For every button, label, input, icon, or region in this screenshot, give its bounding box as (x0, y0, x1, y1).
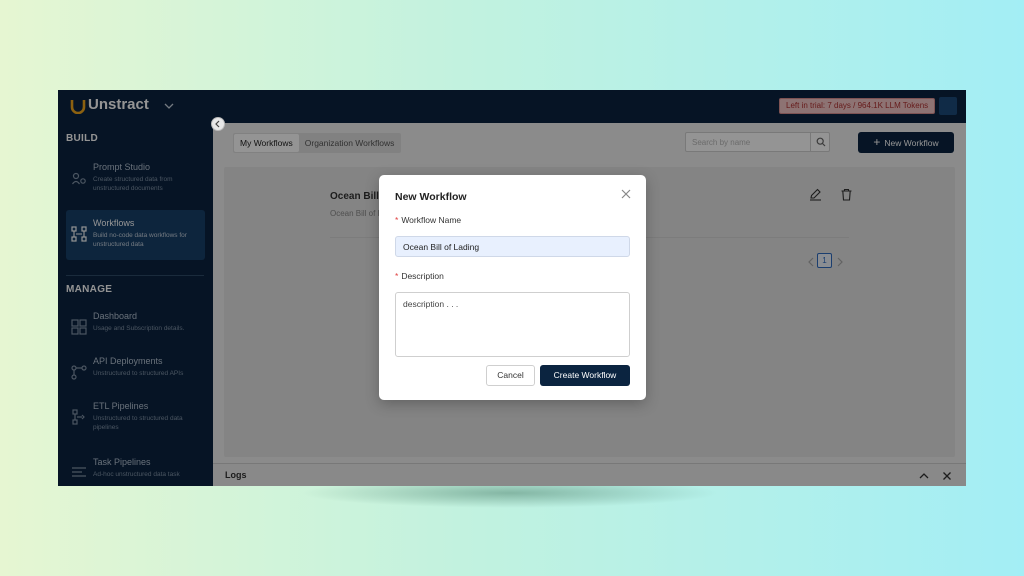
new-workflow-modal: New Workflow *Workflow Name *Description… (379, 175, 646, 400)
close-icon[interactable] (621, 189, 631, 199)
required-mark: * (395, 215, 399, 225)
workflow-name-label: * Workflow Name (395, 215, 461, 225)
cancel-button[interactable]: Cancel (486, 365, 535, 386)
chevron-left-icon (215, 120, 220, 128)
description-label-text: Description (401, 271, 444, 281)
description-input[interactable] (395, 292, 630, 357)
description-label: * Description (395, 271, 444, 281)
workflow-name-input[interactable] (395, 236, 630, 257)
sidebar-collapse-button[interactable] (211, 117, 225, 131)
create-workflow-button[interactable]: Create Workflow (540, 365, 630, 386)
modal-title: New Workflow (395, 191, 467, 203)
required-mark: * (395, 271, 399, 281)
workflow-name-label-text: Workflow Name (401, 215, 462, 225)
